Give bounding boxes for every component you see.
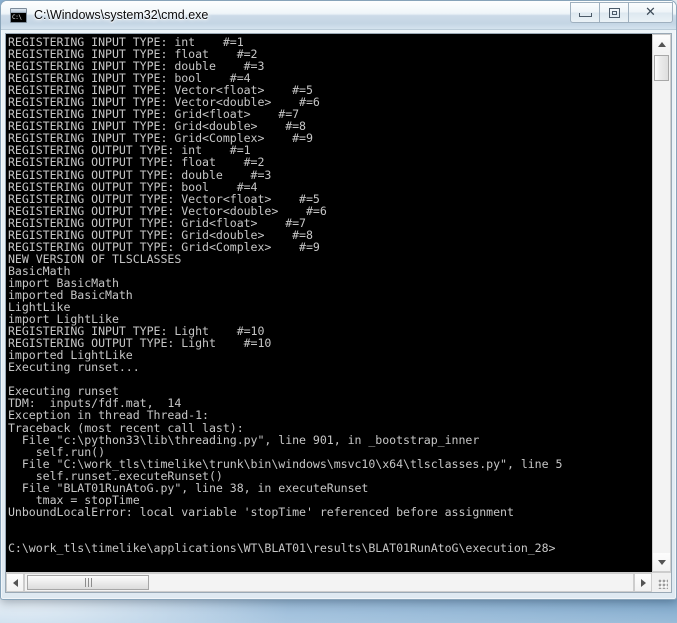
chevron-right-icon <box>640 578 646 587</box>
horizontal-scroll-track[interactable] <box>24 573 634 592</box>
chevron-up-icon <box>657 41 666 47</box>
horizontal-scroll-thumb[interactable] <box>27 575 149 590</box>
horizontal-scrollbar[interactable] <box>6 572 671 592</box>
console-client-area: REGISTERING INPUT TYPE: int #=1 REGISTER… <box>5 33 672 593</box>
cmd-window: C:\ C:\Windows\system32\cmd.exe ✕ REGIST… <box>0 0 677 600</box>
maximize-button[interactable] <box>599 2 628 23</box>
console-output[interactable]: REGISTERING INPUT TYPE: int #=1 REGISTER… <box>6 34 652 572</box>
console-text-buffer: REGISTERING INPUT TYPE: int #=1 REGISTER… <box>8 35 563 555</box>
scroll-thumb-grip-icon <box>84 578 92 587</box>
vertical-scrollbar[interactable] <box>652 34 671 572</box>
scroll-up-arrow[interactable] <box>653 35 670 53</box>
minimize-icon <box>578 13 592 17</box>
close-icon: ✕ <box>645 5 656 20</box>
console-scroll-region: REGISTERING INPUT TYPE: int #=1 REGISTER… <box>6 34 671 572</box>
chevron-left-icon <box>12 578 18 587</box>
maximize-icon <box>608 7 620 18</box>
scroll-left-arrow[interactable] <box>6 573 24 592</box>
cmd-icon-screen: C:\ <box>11 12 26 22</box>
vertical-scroll-track[interactable] <box>653 53 670 553</box>
window-title-bar[interactable]: C:\ C:\Windows\system32\cmd.exe ✕ <box>1 1 676 30</box>
window-controls: ✕ <box>570 2 673 23</box>
minimize-button[interactable] <box>570 2 599 23</box>
scroll-down-arrow[interactable] <box>653 553 670 571</box>
desktop-bottom-sliver <box>0 600 677 623</box>
scroll-right-arrow[interactable] <box>634 573 652 592</box>
chevron-down-icon <box>657 559 666 565</box>
close-button[interactable]: ✕ <box>628 2 673 23</box>
vertical-scroll-thumb[interactable] <box>654 55 669 81</box>
window-title-text: C:\Windows\system32\cmd.exe <box>34 8 209 22</box>
cmd-console-icon: C:\ <box>10 7 27 23</box>
window-resize-grip[interactable] <box>652 573 671 592</box>
